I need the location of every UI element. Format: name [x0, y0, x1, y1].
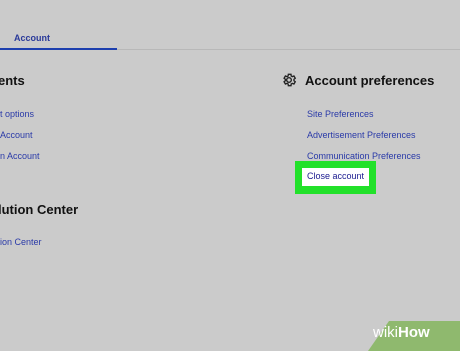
tab-bar: Account	[0, 0, 460, 50]
watermark-suffix: How	[398, 324, 430, 341]
site-preferences-link[interactable]: Site Preferences	[307, 109, 374, 119]
left-section-heading: ents	[0, 73, 25, 88]
tab-account[interactable]: Account	[0, 0, 117, 50]
account-preferences-heading: Account preferences	[305, 73, 435, 88]
left-link-2[interactable]: Account	[0, 130, 33, 140]
tab-divider	[117, 49, 460, 50]
watermark-prefix: wiki	[373, 324, 398, 341]
watermark-logo: wikiHow	[373, 324, 430, 341]
advertisement-preferences-link[interactable]: Advertisement Preferences	[307, 130, 416, 140]
gear-icon	[283, 73, 297, 87]
left-link-3[interactable]: n Account	[0, 151, 40, 161]
left-link-1[interactable]: t options	[0, 109, 34, 119]
resolution-center-link[interactable]: ion Center	[0, 237, 42, 247]
communication-preferences-link[interactable]: Communication Preferences	[307, 151, 421, 161]
resolution-center-heading: lution Center	[0, 202, 79, 217]
tab-account-label: Account	[14, 33, 50, 43]
close-account-link[interactable]: Close account	[302, 168, 369, 186]
close-account-label: Close account	[307, 171, 365, 181]
